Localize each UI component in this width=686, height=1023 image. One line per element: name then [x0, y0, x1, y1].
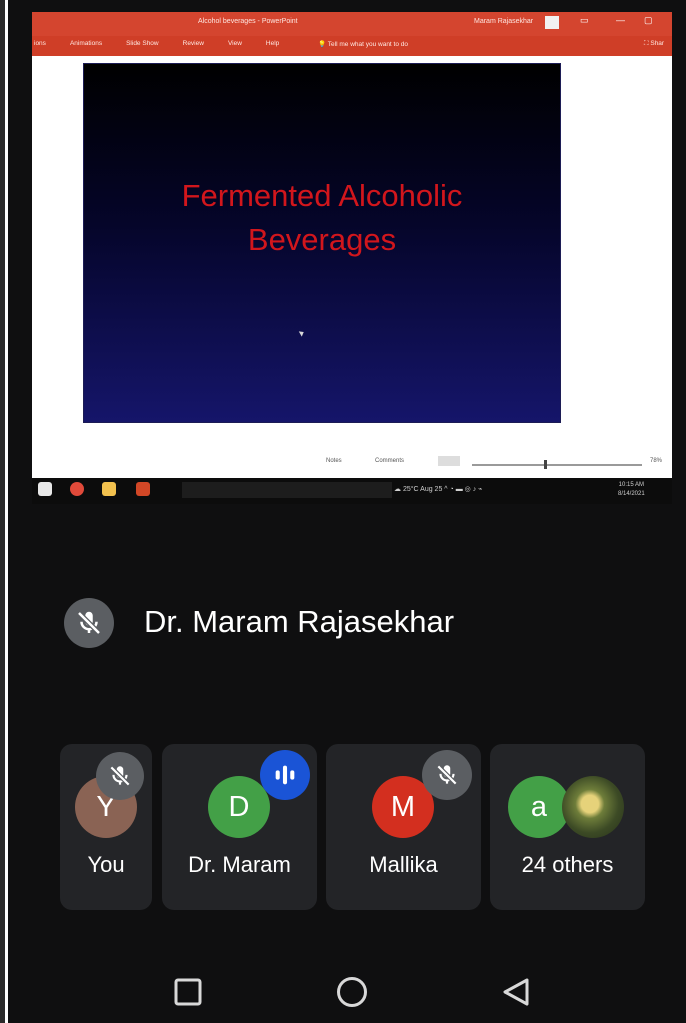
avatar: a: [508, 776, 570, 838]
windows-taskbar: ☁ 25°C Aug 25 ^ ◔ ▬ ◎ ♪ ⌁ 10:15 AM 8/14/…: [32, 478, 672, 504]
participant-name: Mallika: [369, 852, 438, 877]
speaking-indicator-icon: [260, 750, 310, 800]
back-triangle-icon[interactable]: [496, 972, 536, 1012]
chrome-icon[interactable]: [70, 482, 84, 496]
participant-tile-you[interactable]: Y You: [60, 744, 152, 910]
store-icon[interactable]: [38, 482, 52, 496]
zoom-slider-thumb[interactable]: [544, 460, 547, 469]
mic-off-icon: [422, 750, 472, 800]
taskbar-search[interactable]: [182, 482, 392, 498]
slide-canvas[interactable]: Fermented Alcoholic Beverages: [83, 63, 561, 423]
avatar-photo: [562, 776, 624, 838]
ppt-status-bar: Notes Comments 78%: [32, 452, 672, 474]
avatar: D: [208, 776, 270, 838]
restore-icon[interactable]: ▢: [644, 15, 653, 26]
ppt-title-bar: Alcohol beverages - PowerPoint Maram Raj…: [32, 12, 672, 36]
tell-me-label: Tell me what you want to do: [327, 41, 409, 48]
comments-button[interactable]: Comments: [375, 458, 404, 464]
android-nav-bar: [0, 950, 686, 1023]
participant-name: Dr. Maram: [188, 852, 291, 877]
screen-edge: [0, 0, 14, 1023]
mic-off-icon: [64, 598, 114, 648]
tab-slide-show[interactable]: Slide Show: [126, 40, 159, 47]
weather-text: 25°C Aug 25: [402, 486, 443, 493]
ribbon-display-icon[interactable]: ▭: [580, 15, 589, 26]
tab-transitions[interactable]: ions: [34, 40, 46, 47]
file-explorer-icon[interactable]: [102, 482, 116, 496]
taskbar-tray: ☁ 25°C Aug 25 ^ ◔ ▬ ◎ ♪ ⌁: [394, 486, 483, 493]
slide-title: Fermented Alcoholic Beverages: [84, 174, 560, 262]
tab-help[interactable]: Help: [266, 40, 279, 47]
participant-name: 24 others: [521, 852, 614, 877]
shared-screen[interactable]: Alcohol beverages - PowerPoint Maram Raj…: [32, 12, 672, 504]
participant-tile-others[interactable]: a 24 others: [490, 744, 645, 910]
participant-name: You: [87, 852, 125, 877]
zoom-level[interactable]: 78%: [650, 458, 662, 464]
mouse-cursor-icon: [298, 329, 306, 337]
tell-me-search[interactable]: 💡 Tell me what you want to do: [318, 40, 408, 48]
minimize-icon[interactable]: —: [616, 15, 625, 25]
ppt-user-name: Maram Rajasekhar: [474, 18, 534, 25]
taskbar-date: 8/14/2021: [618, 491, 645, 497]
participant-tile-dr-maram[interactable]: D Dr. Maram: [162, 744, 317, 910]
share-label: Shar: [650, 40, 665, 47]
ribbon-tab-list: ions Animations Slide Show Review View H…: [32, 40, 279, 47]
recents-square-icon[interactable]: [168, 972, 208, 1012]
ppt-user-avatar: [545, 16, 559, 29]
powerpoint-icon[interactable]: [136, 482, 150, 496]
zoom-slider[interactable]: [472, 464, 642, 466]
tab-review[interactable]: Review: [183, 40, 204, 47]
notes-button[interactable]: Notes: [326, 458, 342, 464]
share-button[interactable]: ⛶ Shar: [644, 40, 664, 48]
home-circle-icon[interactable]: [332, 972, 372, 1012]
mic-off-icon: [96, 752, 144, 800]
normal-view-icon[interactable]: [438, 456, 460, 466]
taskbar-clock[interactable]: 10:15 AM 8/14/2021: [618, 481, 645, 499]
tab-view[interactable]: View: [228, 40, 242, 47]
presenter-name: Dr. Maram Rajasekhar: [144, 604, 455, 639]
presenter-strip[interactable]: Dr. Maram Rajasekhar: [30, 582, 670, 674]
taskbar-time: 10:15 AM: [618, 482, 645, 488]
ppt-window-title: Alcohol beverages - PowerPoint: [198, 18, 298, 25]
slide-title-line-2: Beverages: [247, 222, 397, 257]
participant-tile-mallika[interactable]: M Mallika: [326, 744, 481, 910]
slide-title-line-1: Fermented Alcoholic: [181, 178, 463, 213]
tab-animations[interactable]: Animations: [70, 40, 102, 47]
